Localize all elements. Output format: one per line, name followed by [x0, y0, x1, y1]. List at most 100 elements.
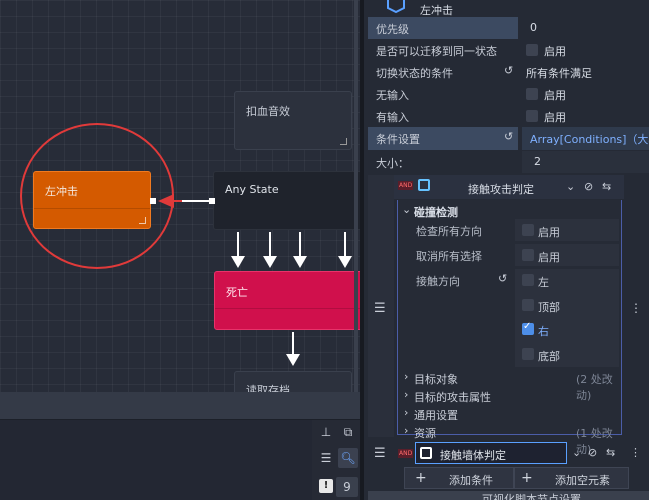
- same-state-label: 是否可以迁移到同一状态: [376, 45, 497, 58]
- element-1-name[interactable]: 接触攻击判定: [468, 181, 534, 197]
- state-graph-canvas[interactable]: 扣血音效 左冲击 Any State 死亡 读取存档: [0, 0, 360, 392]
- cancel-all-checkbox[interactable]: [522, 249, 534, 261]
- node-any-state[interactable]: Any State: [213, 171, 360, 230]
- revert-icon[interactable]: ↺: [504, 64, 513, 77]
- settings-icon[interactable]: ⇆: [606, 446, 615, 459]
- add-condition-button[interactable]: + 添加条件: [404, 467, 514, 489]
- resize-handle[interactable]: [139, 217, 146, 224]
- add-condition-label: 添加条件: [449, 474, 493, 487]
- copy-icon[interactable]: ⧉: [338, 422, 358, 442]
- priority-value[interactable]: 0: [530, 21, 537, 34]
- dir-bottom-checkbox[interactable]: [522, 348, 534, 360]
- direction-label: 接触方向: [416, 275, 460, 288]
- node-left-dash[interactable]: 左冲击: [33, 171, 151, 229]
- expand-icon[interactable]: ›: [404, 388, 408, 401]
- element-2-field[interactable]: 接触墙体判定: [415, 442, 567, 464]
- same-state-checkbox[interactable]: [526, 44, 538, 56]
- expand-icon[interactable]: ›: [404, 424, 408, 437]
- priority-label: 优先级: [376, 23, 409, 36]
- target-attack-group[interactable]: 目标的攻击属性: [414, 389, 491, 405]
- inspector-panel: 左冲击 优先级 0 是否可以迁移到同一状态 启用 切换状态的条件 ↺ 所有条件满…: [364, 0, 649, 500]
- clear-icon[interactable]: ⊘: [584, 180, 593, 193]
- bottom-dock: [0, 392, 360, 500]
- no-input-row: 无输入 启用: [368, 83, 649, 105]
- switch-cond-value[interactable]: 所有条件满足: [526, 65, 592, 81]
- cond-settings-label: 条件设置: [376, 133, 420, 146]
- array-element-2: ☰ AND 接触墙体判定 ⌄ ⊘ ⇆ ⋮: [368, 441, 649, 465]
- has-input-check-label: 启用: [544, 111, 566, 124]
- collision-group-title[interactable]: 碰撞检测: [414, 204, 458, 220]
- revert-icon[interactable]: ↺: [504, 130, 513, 143]
- node-label: 读取存档: [246, 384, 290, 392]
- target-obj-note: (2 处改动): [576, 373, 613, 402]
- and-tag-icon: AND: [398, 181, 414, 190]
- filter-icon[interactable]: ☰: [316, 448, 336, 468]
- visual-script-section[interactable]: 可视化脚本节点设置: [368, 491, 649, 500]
- resource-icon: [418, 179, 430, 191]
- array-element-1: ☰ AND 接触攻击判定 ⌄ ⊘ ⇆ ⋮ ⌄ 碰撞检测 检查所有方向 启用 取消…: [368, 175, 649, 456]
- dir-right-checkbox[interactable]: [522, 321, 534, 335]
- settings-icon[interactable]: ⇆: [602, 180, 611, 193]
- drag-handle-icon[interactable]: ☰: [374, 301, 386, 316]
- resize-handle[interactable]: [340, 138, 347, 145]
- node-death[interactable]: 死亡: [214, 271, 360, 330]
- same-state-check-label: 启用: [544, 45, 566, 58]
- cancel-all-label: 取消所有选择: [416, 250, 482, 263]
- revert-icon[interactable]: ↺: [498, 272, 507, 285]
- plus-icon: +: [415, 470, 427, 486]
- add-empty-button[interactable]: + 添加空元素: [514, 467, 629, 489]
- check-all-value: 启用: [538, 226, 560, 239]
- no-input-checkbox[interactable]: [526, 88, 538, 100]
- and-tag-icon: AND: [398, 449, 414, 458]
- node-label: 扣血音效: [246, 105, 290, 118]
- node-label: Any State: [225, 183, 279, 196]
- cond-settings-value[interactable]: Array[Conditions]（大小 2: [530, 131, 649, 147]
- dir-top-label: 顶部: [538, 301, 560, 314]
- dir-left-checkbox[interactable]: [522, 274, 534, 286]
- node-blood-sfx[interactable]: 扣血音效: [234, 91, 352, 150]
- expand-icon[interactable]: ›: [404, 406, 408, 419]
- transition-arrows-down[interactable]: [228, 230, 360, 272]
- inspector-header: 左冲击: [364, 0, 649, 17]
- node-label: 死亡: [226, 286, 248, 299]
- resource-icon: [420, 447, 432, 459]
- dir-top-checkbox[interactable]: [522, 299, 534, 311]
- transition-arrow-down[interactable]: [284, 330, 302, 370]
- chevron-down-icon[interactable]: ⌄: [572, 446, 581, 459]
- node-separator: [215, 308, 360, 309]
- general-group[interactable]: 通用设置: [414, 407, 458, 423]
- graph-vscrollbar[interactable]: [354, 0, 358, 392]
- no-input-check-label: 启用: [544, 89, 566, 102]
- clear-icon[interactable]: ⊘: [588, 446, 597, 459]
- size-row: 大小： 2: [368, 151, 649, 173]
- pin-icon[interactable]: ⊥: [316, 422, 336, 442]
- has-input-row: 有输入 启用: [368, 105, 649, 127]
- switch-cond-label: 切换状态的条件: [376, 67, 453, 80]
- element-2-name[interactable]: 接触墙体判定: [440, 447, 506, 463]
- dir-right-label: 右: [538, 325, 549, 338]
- transition-arrow[interactable]: [148, 193, 218, 211]
- cond-settings-row[interactable]: 条件设置 ↺ Array[Conditions]（大小 2: [368, 127, 649, 150]
- resource-group[interactable]: 资源: [414, 425, 436, 441]
- expand-icon[interactable]: ›: [404, 370, 408, 383]
- more-icon[interactable]: ⋮: [630, 446, 641, 459]
- check-all-checkbox[interactable]: [522, 224, 534, 236]
- target-obj-group[interactable]: 目标对象: [414, 371, 458, 387]
- search-icon[interactable]: 🔍︎: [338, 448, 358, 468]
- drag-handle-icon[interactable]: ☰: [374, 446, 386, 461]
- node-read-save[interactable]: 读取存档: [234, 371, 352, 392]
- no-input-label: 无输入: [376, 89, 409, 102]
- chevron-down-icon[interactable]: ⌄: [566, 180, 575, 193]
- node-label: 左冲击: [45, 185, 78, 198]
- priority-row: 优先级 0: [368, 17, 649, 39]
- element-1-header: AND 接触攻击判定 ⌄ ⊘ ⇆: [394, 175, 624, 199]
- size-value[interactable]: 2: [534, 155, 541, 168]
- inspector-title: 左冲击: [420, 4, 453, 17]
- expand-icon[interactable]: ⌄: [402, 203, 411, 216]
- has-input-checkbox[interactable]: [526, 110, 538, 122]
- more-icon[interactable]: ⋮: [630, 301, 642, 315]
- same-state-row: 是否可以迁移到同一状态 启用: [368, 39, 649, 61]
- dir-bottom-label: 底部: [538, 350, 560, 363]
- size-input-bg: [522, 151, 649, 173]
- warning-icon[interactable]: !: [319, 479, 333, 493]
